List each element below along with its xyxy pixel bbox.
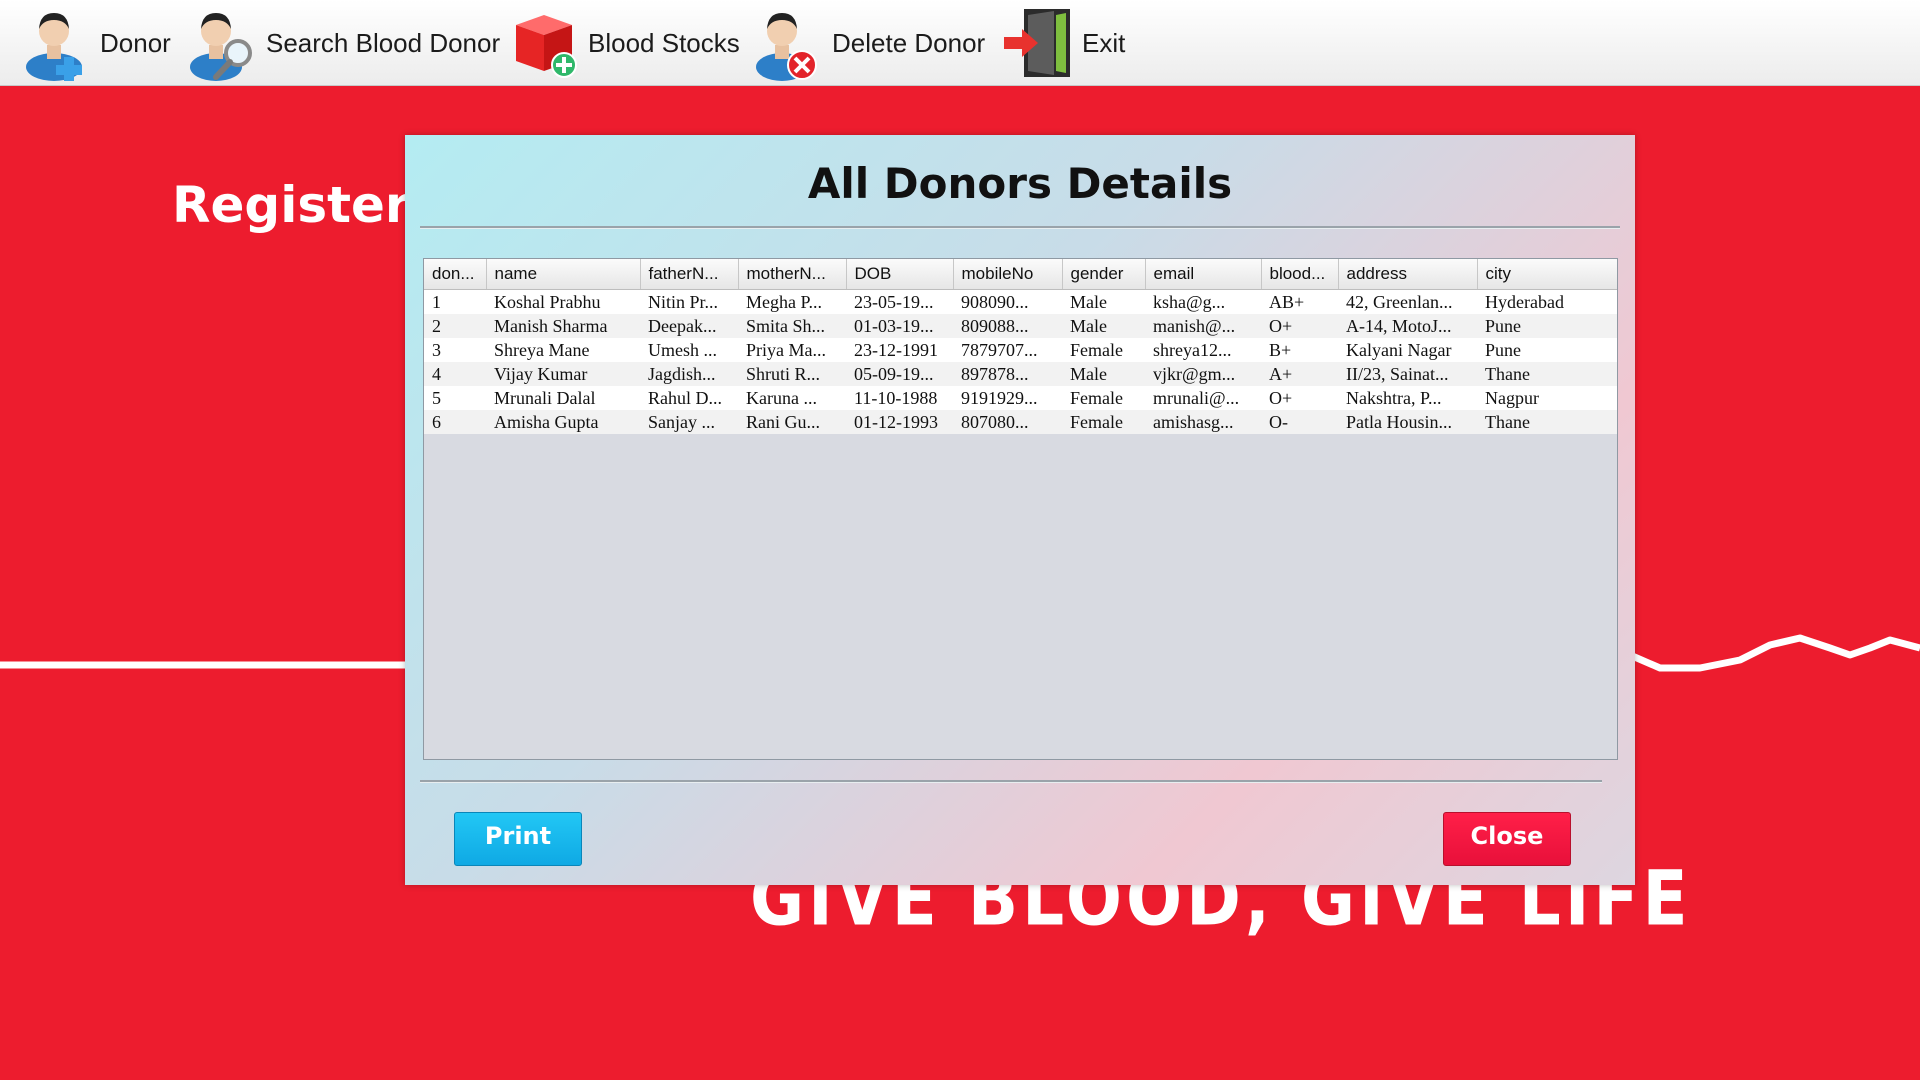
table-row[interactable]: 2 Manish Sharma Deepak... Smita Sh... 01… <box>424 314 1617 338</box>
table-cell[interactable]: 01-12-1993 <box>846 410 953 434</box>
table-cell[interactable]: 23-05-19... <box>846 289 953 314</box>
table-cell[interactable]: manish@... <box>1145 314 1261 338</box>
table-cell[interactable]: 809088... <box>953 314 1062 338</box>
table-row[interactable]: 3 Shreya Mane Umesh ... Priya Ma... 23-1… <box>424 338 1617 362</box>
table-cell[interactable]: Rahul D... <box>640 386 738 410</box>
column-header-name[interactable]: name <box>486 259 641 290</box>
table-cell[interactable]: 23-12-1991 <box>846 338 953 362</box>
table-header-row: don... name fatherN... motherN... DOB mo… <box>424 259 1617 290</box>
table-cell[interactable]: Jagdish... <box>640 362 738 386</box>
table-cell[interactable]: 9191929... <box>953 386 1062 410</box>
table-cell[interactable]: Shreya Mane <box>486 338 640 362</box>
table-cell[interactable]: Female <box>1062 338 1145 362</box>
table-cell[interactable]: Megha P... <box>738 289 846 314</box>
table-cell[interactable]: 4 <box>424 362 486 386</box>
table-cell[interactable]: Vijay Kumar <box>486 362 640 386</box>
table-cell[interactable]: 5 <box>424 386 486 410</box>
column-header-gender[interactable]: gender <box>1062 259 1146 290</box>
table-cell[interactable]: AB+ <box>1261 289 1338 314</box>
table-cell[interactable]: Shruti R... <box>738 362 846 386</box>
column-header-mother-name[interactable]: motherN... <box>738 259 847 290</box>
table-cell[interactable]: Hyderabad <box>1477 289 1617 314</box>
divider <box>420 226 1620 229</box>
table-cell[interactable]: Amisha Gupta <box>486 410 640 434</box>
all-donors-dialog: All Donors Details don... name fatherN..… <box>405 135 1635 885</box>
table-cell[interactable]: Nagpur <box>1477 386 1617 410</box>
table-cell[interactable]: Deepak... <box>640 314 738 338</box>
table-cell[interactable]: Nakshtra, P... <box>1338 386 1477 410</box>
app-window: Donor Search Blood Donor Blood Stocks De… <box>0 0 1920 1080</box>
table-cell[interactable]: 897878... <box>953 362 1062 386</box>
print-button[interactable]: Print <box>454 812 582 866</box>
table-cell[interactable]: A-14, MotoJ... <box>1338 314 1477 338</box>
table-cell[interactable]: Koshal Prabhu <box>486 289 640 314</box>
table-cell[interactable]: A+ <box>1261 362 1338 386</box>
column-header-blood-group[interactable]: blood... <box>1261 259 1339 290</box>
divider <box>420 780 1602 783</box>
table-cell[interactable]: O+ <box>1261 386 1338 410</box>
column-header-email[interactable]: email <box>1145 259 1262 290</box>
table-cell[interactable]: O- <box>1261 410 1338 434</box>
table-cell[interactable]: Sanjay ... <box>640 410 738 434</box>
table-cell[interactable]: O+ <box>1261 314 1338 338</box>
table-cell[interactable]: 3 <box>424 338 486 362</box>
table-cell[interactable]: Umesh ... <box>640 338 738 362</box>
table-cell[interactable]: 1 <box>424 289 486 314</box>
table-cell[interactable]: Manish Sharma <box>486 314 640 338</box>
table-cell[interactable]: 11-10-1988 <box>846 386 953 410</box>
table-cell[interactable]: Kalyani Nagar <box>1338 338 1477 362</box>
table-cell[interactable]: Karuna ... <box>738 386 846 410</box>
column-header-mobile[interactable]: mobileNo <box>953 259 1063 290</box>
table-cell[interactable]: vjkr@gm... <box>1145 362 1261 386</box>
table-cell[interactable]: Smita Sh... <box>738 314 846 338</box>
table-cell[interactable]: 6 <box>424 410 486 434</box>
table-cell[interactable]: Male <box>1062 289 1145 314</box>
donors-table-panel[interactable]: don... name fatherN... motherN... DOB mo… <box>423 258 1618 760</box>
table-cell[interactable]: 807080... <box>953 410 1062 434</box>
table-cell[interactable]: 908090... <box>953 289 1062 314</box>
table-cell[interactable]: B+ <box>1261 338 1338 362</box>
donors-table: don... name fatherN... motherN... DOB mo… <box>424 259 1617 434</box>
table-cell[interactable]: II/23, Sainat... <box>1338 362 1477 386</box>
table-cell[interactable]: 7879707... <box>953 338 1062 362</box>
table-cell[interactable]: ksha@g... <box>1145 289 1261 314</box>
column-header-father-name[interactable]: fatherN... <box>640 259 739 290</box>
table-cell[interactable]: 05-09-19... <box>846 362 953 386</box>
table-cell[interactable]: Thane <box>1477 410 1617 434</box>
column-header-city[interactable]: city <box>1477 259 1617 290</box>
table-cell[interactable]: Male <box>1062 362 1145 386</box>
table-cell[interactable]: shreya12... <box>1145 338 1261 362</box>
column-header-dob[interactable]: DOB <box>846 259 954 290</box>
table-cell[interactable]: amishasg... <box>1145 410 1261 434</box>
table-cell[interactable]: Mrunali Dalal <box>486 386 640 410</box>
dialog-title: All Donors Details <box>807 159 1233 208</box>
table-cell[interactable]: Pune <box>1477 338 1617 362</box>
column-header-donor-id[interactable]: don... <box>424 259 487 290</box>
table-row[interactable]: 4 Vijay Kumar Jagdish... Shruti R... 05-… <box>424 362 1617 386</box>
table-cell[interactable]: Pune <box>1477 314 1617 338</box>
table-cell[interactable]: Male <box>1062 314 1145 338</box>
table-cell[interactable]: Nitin Pr... <box>640 289 738 314</box>
table-cell[interactable]: Thane <box>1477 362 1617 386</box>
table-row[interactable]: 6 Amisha Gupta Sanjay ... Rani Gu... 01-… <box>424 410 1617 434</box>
table-cell[interactable]: Priya Ma... <box>738 338 846 362</box>
table-cell[interactable]: 01-03-19... <box>846 314 953 338</box>
table-cell[interactable]: Female <box>1062 386 1145 410</box>
table-cell[interactable]: Patla Housin... <box>1338 410 1477 434</box>
column-header-address[interactable]: address <box>1338 259 1478 290</box>
close-button[interactable]: Close <box>1443 812 1571 866</box>
table-cell[interactable]: Rani Gu... <box>738 410 846 434</box>
table-cell[interactable]: 42, Greenlan... <box>1338 289 1477 314</box>
table-cell[interactable]: Female <box>1062 410 1145 434</box>
table-cell[interactable]: mrunali@... <box>1145 386 1261 410</box>
table-row[interactable]: 5 Mrunali Dalal Rahul D... Karuna ... 11… <box>424 386 1617 410</box>
table-cell[interactable]: 2 <box>424 314 486 338</box>
table-row[interactable]: 1 Koshal Prabhu Nitin Pr... Megha P... 2… <box>424 289 1617 314</box>
